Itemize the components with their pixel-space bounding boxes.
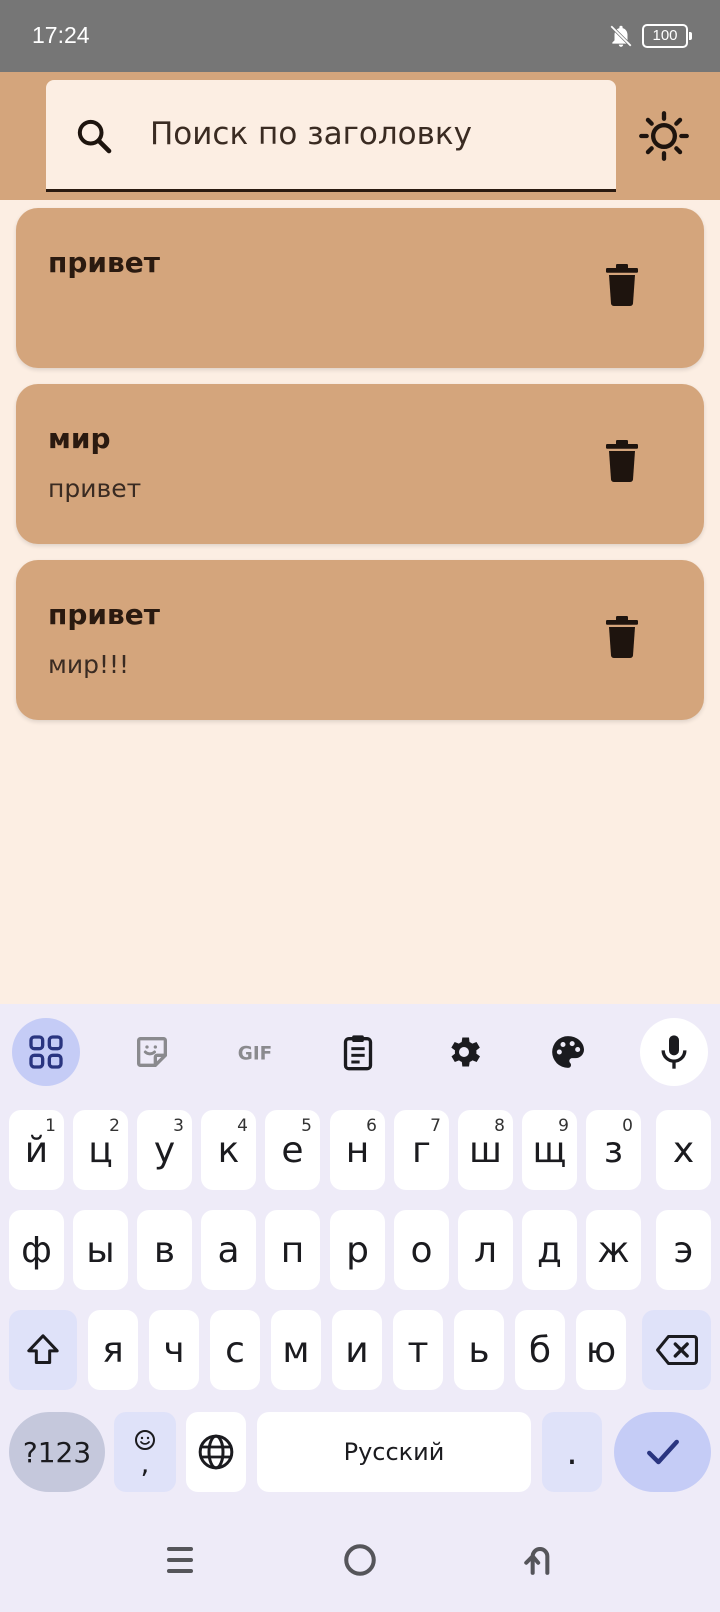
shift-icon bbox=[27, 1334, 59, 1364]
status-time: 17:24 bbox=[32, 22, 90, 48]
clipboard-button[interactable] bbox=[324, 1018, 392, 1086]
note-title: мир bbox=[48, 422, 111, 455]
note-body: привет bbox=[48, 474, 142, 503]
key[interactable]: ж bbox=[586, 1210, 641, 1290]
voice-input-button[interactable] bbox=[640, 1018, 708, 1086]
note-title: привет bbox=[48, 598, 160, 631]
emoji-comma-key[interactable]: , bbox=[114, 1412, 176, 1492]
back-icon[interactable] bbox=[516, 1538, 564, 1582]
delete-icon[interactable] bbox=[606, 440, 638, 482]
note-card[interactable]: привет bbox=[16, 208, 704, 368]
key[interactable]: е5 bbox=[265, 1110, 320, 1190]
key[interactable]: ю bbox=[576, 1310, 626, 1390]
done-key[interactable] bbox=[614, 1412, 711, 1492]
backspace-key[interactable] bbox=[642, 1310, 711, 1390]
notes-list: привет мир привет привет мир!!! bbox=[16, 208, 704, 736]
system-nav-bar bbox=[0, 1508, 720, 1612]
top-app-bar bbox=[0, 72, 720, 200]
key[interactable]: х bbox=[656, 1110, 711, 1190]
key[interactable]: э bbox=[656, 1210, 711, 1290]
key[interactable]: щ9 bbox=[522, 1110, 577, 1190]
settings-button[interactable] bbox=[430, 1018, 498, 1086]
key[interactable]: ы bbox=[73, 1210, 128, 1290]
theme-toggle-sun-icon[interactable] bbox=[638, 110, 690, 162]
key[interactable]: а bbox=[201, 1210, 256, 1290]
key[interactable]: з0 bbox=[586, 1110, 641, 1190]
note-card[interactable]: привет мир!!! bbox=[16, 560, 704, 720]
key[interactable]: к4 bbox=[201, 1110, 256, 1190]
search-icon bbox=[77, 119, 112, 154]
key[interactable]: ч bbox=[149, 1310, 199, 1390]
search-field[interactable] bbox=[46, 80, 616, 192]
key[interactable]: т bbox=[393, 1310, 443, 1390]
key[interactable]: р bbox=[330, 1210, 385, 1290]
gif-button[interactable]: GIF bbox=[221, 1018, 289, 1086]
sticker-icon bbox=[137, 1037, 167, 1067]
delete-icon[interactable] bbox=[606, 264, 638, 306]
key[interactable]: я bbox=[88, 1310, 138, 1390]
notifications-muted-icon bbox=[610, 25, 632, 47]
key[interactable]: н6 bbox=[330, 1110, 385, 1190]
theme-palette-button[interactable] bbox=[534, 1018, 602, 1086]
battery-indicator: 100 bbox=[642, 24, 692, 48]
backspace-icon bbox=[655, 1334, 698, 1366]
key[interactable]: г7 bbox=[394, 1110, 449, 1190]
key[interactable]: ц2 bbox=[73, 1110, 128, 1190]
period-key[interactable]: . bbox=[542, 1412, 602, 1492]
sticker-button[interactable] bbox=[118, 1018, 186, 1086]
key[interactable]: о bbox=[394, 1210, 449, 1290]
svg-text:GIF: GIF bbox=[238, 1044, 272, 1065]
apps-grid-button[interactable] bbox=[12, 1018, 80, 1086]
key[interactable]: м bbox=[271, 1310, 321, 1390]
gear-icon bbox=[451, 1037, 480, 1067]
key[interactable]: ш8 bbox=[458, 1110, 513, 1190]
home-icon[interactable] bbox=[336, 1538, 384, 1582]
key[interactable]: л bbox=[458, 1210, 513, 1290]
key[interactable]: д bbox=[522, 1210, 577, 1290]
key[interactable]: ф bbox=[9, 1210, 64, 1290]
check-icon bbox=[646, 1439, 679, 1465]
note-card[interactable]: мир привет bbox=[16, 384, 704, 544]
delete-icon[interactable] bbox=[606, 616, 638, 658]
key[interactable]: у3 bbox=[137, 1110, 192, 1190]
key[interactable]: с bbox=[210, 1310, 260, 1390]
note-body: мир!!! bbox=[48, 650, 130, 679]
recent-apps-icon[interactable] bbox=[156, 1538, 204, 1582]
key[interactable]: в bbox=[137, 1210, 192, 1290]
key[interactable]: ь bbox=[454, 1310, 504, 1390]
status-bar: 17:24 100 bbox=[0, 0, 720, 72]
apps-grid-icon bbox=[29, 1035, 63, 1069]
note-title: привет bbox=[48, 246, 160, 279]
key[interactable]: й1 bbox=[9, 1110, 64, 1190]
key[interactable]: и bbox=[332, 1310, 382, 1390]
language-key[interactable] bbox=[186, 1412, 246, 1492]
symbols-key[interactable]: ?123 bbox=[9, 1412, 105, 1492]
globe-icon bbox=[198, 1434, 234, 1470]
shift-key[interactable] bbox=[9, 1310, 77, 1390]
palette-icon bbox=[552, 1036, 584, 1068]
keyboard-toolbar: GIF bbox=[0, 1004, 720, 1094]
key[interactable]: п bbox=[265, 1210, 320, 1290]
search-input[interactable] bbox=[150, 106, 590, 162]
clipboard-icon bbox=[343, 1035, 373, 1071]
gif-icon: GIF bbox=[238, 1044, 272, 1065]
space-key[interactable]: Русский bbox=[257, 1412, 531, 1492]
key[interactable]: б bbox=[515, 1310, 565, 1390]
microphone-icon bbox=[661, 1035, 687, 1069]
